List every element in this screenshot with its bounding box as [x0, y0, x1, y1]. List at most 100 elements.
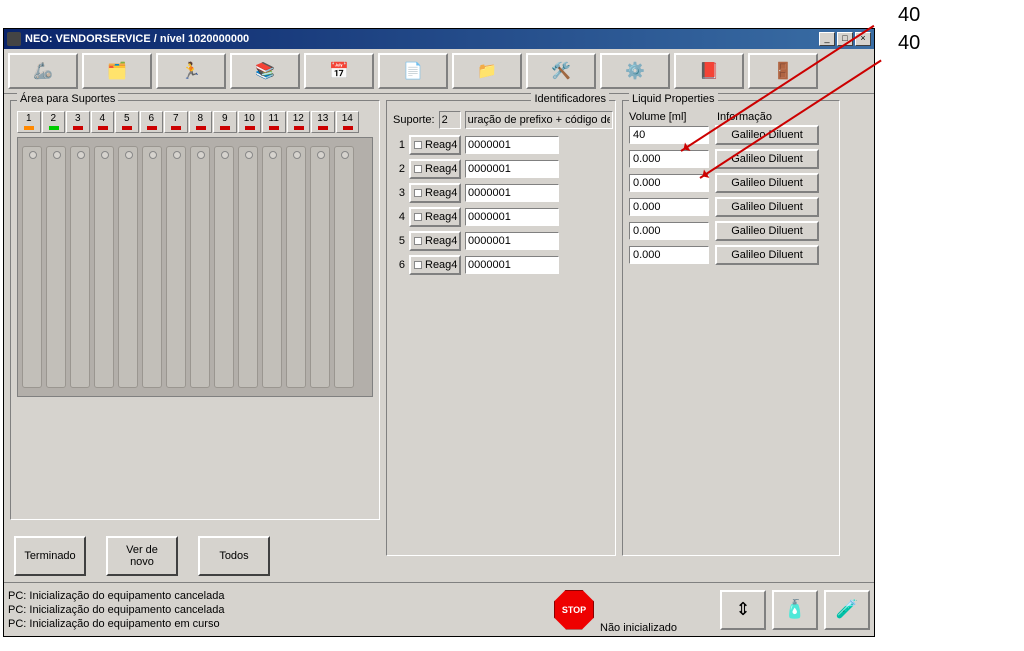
minimize-button[interactable]: _	[819, 32, 835, 46]
reagent-code-input[interactable]	[465, 160, 559, 178]
reagent-row: 2Reag4	[393, 159, 609, 179]
rack-column[interactable]	[22, 146, 42, 388]
arm-icon[interactable]: 🦾	[8, 53, 78, 89]
support-tab-14[interactable]: 14	[336, 111, 360, 133]
led-icon	[73, 126, 83, 130]
folder-icon[interactable]: 📁	[452, 53, 522, 89]
support-tab-2[interactable]: 2	[42, 111, 66, 133]
support-tab-13[interactable]: 13	[311, 111, 335, 133]
reagent-button[interactable]: Reag4	[409, 231, 461, 251]
led-icon	[220, 126, 230, 130]
supports-legend: Área para Suportes	[17, 93, 118, 105]
support-tab-10[interactable]: 10	[238, 111, 262, 133]
rack-column[interactable]	[94, 146, 114, 388]
rack-column[interactable]	[262, 146, 282, 388]
status-state: Não inicializado	[600, 622, 690, 634]
reagent-code-input[interactable]	[465, 232, 559, 250]
rack-column[interactable]	[238, 146, 258, 388]
reagent-code-input[interactable]	[465, 256, 559, 274]
rack-column[interactable]	[310, 146, 330, 388]
rack-column[interactable]	[46, 146, 66, 388]
rack-column[interactable]	[334, 146, 354, 388]
liquid-fieldset: Liquid Properties Volume [ml] Informação…	[622, 100, 840, 556]
results-icon[interactable]: 📄	[378, 53, 448, 89]
reagent-code-input[interactable]	[465, 208, 559, 226]
support-tab-6[interactable]: 6	[140, 111, 164, 133]
volume-input[interactable]	[629, 246, 709, 264]
reagent-label: Reag4	[425, 259, 457, 271]
info-button[interactable]: Galileo Diluent	[715, 221, 819, 241]
reagent-button[interactable]: Reag4	[409, 255, 461, 275]
ver-de-novo-button[interactable]: Ver de novo	[106, 536, 178, 576]
row-index: 1	[393, 139, 405, 151]
support-tab-1[interactable]: 1	[17, 111, 41, 133]
liquid-row: Galileo Diluent	[629, 125, 833, 145]
terminado-button[interactable]: Terminado	[14, 536, 86, 576]
reagent-code-input[interactable]	[465, 136, 559, 154]
bottle-icon[interactable]: 🧴	[772, 590, 818, 630]
checkbox-icon	[414, 189, 422, 197]
support-tab-4[interactable]: 4	[91, 111, 115, 133]
rack-column[interactable]	[166, 146, 186, 388]
card-icon[interactable]: 🗂️	[82, 53, 152, 89]
support-tab-12[interactable]: 12	[287, 111, 311, 133]
checkbox-icon	[414, 261, 422, 269]
info-button[interactable]: Galileo Diluent	[715, 197, 819, 217]
reagent-label: Reag4	[425, 235, 457, 247]
annotation-40-1: 40	[898, 4, 920, 27]
support-tab-8[interactable]: 8	[189, 111, 213, 133]
annotation-40-2: 40	[898, 32, 920, 55]
liquid-row: Galileo Diluent	[629, 221, 833, 241]
statusbar: PC: Inicialização do equipamento cancela…	[4, 582, 874, 636]
info-button[interactable]: Galileo Diluent	[715, 173, 819, 193]
app-window: NEO: VENDORSERVICE / nível 1020000000 _ …	[3, 28, 875, 637]
rack-column[interactable]	[214, 146, 234, 388]
reagent-button[interactable]: Reag4	[409, 183, 461, 203]
support-tab-11[interactable]: 11	[262, 111, 286, 133]
status-msg: PC: Inicialização do equipamento cancela…	[8, 603, 548, 617]
reagent-button[interactable]: Reag4	[409, 207, 461, 227]
rack-column[interactable]	[70, 146, 90, 388]
volume-input[interactable]	[629, 150, 709, 168]
support-tab-7[interactable]: 7	[164, 111, 188, 133]
reagents-icon[interactable]: 🧪	[824, 590, 870, 630]
supports-buttons: Terminado Ver de novo Todos	[10, 536, 380, 576]
support-tab-3[interactable]: 3	[66, 111, 90, 133]
row-index: 4	[393, 211, 405, 223]
help-icon[interactable]: 📕	[674, 53, 744, 89]
probe-icon[interactable]: ⇕	[720, 590, 766, 630]
rack-column[interactable]	[118, 146, 138, 388]
gear-icon[interactable]: ⚙️	[600, 53, 670, 89]
content-area: Área para Suportes 1234567891011121314 T…	[4, 94, 874, 582]
info-button[interactable]: Galileo Diluent	[715, 245, 819, 265]
app-icon	[7, 32, 21, 46]
liquid-row: Galileo Diluent	[629, 245, 833, 265]
reagent-row: 5Reag4	[393, 231, 609, 251]
status-messages: PC: Inicialização do equipamento cancela…	[8, 589, 548, 631]
support-tab-9[interactable]: 9	[213, 111, 237, 133]
row-index: 3	[393, 187, 405, 199]
todos-button[interactable]: Todos	[198, 536, 270, 576]
schedule-icon[interactable]: 📅	[304, 53, 374, 89]
library-icon[interactable]: 📚	[230, 53, 300, 89]
reagent-button[interactable]: Reag4	[409, 159, 461, 179]
run-icon[interactable]: 🏃	[156, 53, 226, 89]
support-tabs: 1234567891011121314	[17, 111, 373, 133]
status-msg: PC: Inicialização do equipamento em curs…	[8, 617, 548, 631]
suporte-desc	[465, 111, 613, 129]
rack-column[interactable]	[286, 146, 306, 388]
rack-column[interactable]	[142, 146, 162, 388]
volume-input[interactable]	[629, 198, 709, 216]
led-icon	[147, 126, 157, 130]
stop-button[interactable]: STOP	[554, 590, 594, 630]
reagent-code-input[interactable]	[465, 184, 559, 202]
reagent-button[interactable]: Reag4	[409, 135, 461, 155]
rack-column[interactable]	[190, 146, 210, 388]
liquid-row: Galileo Diluent	[629, 173, 833, 193]
support-tab-5[interactable]: 5	[115, 111, 139, 133]
col-volume: Volume [ml]	[629, 111, 717, 123]
led-icon	[269, 126, 279, 130]
volume-input[interactable]	[629, 222, 709, 240]
liquid-legend: Liquid Properties	[629, 93, 718, 105]
tools-icon[interactable]: 🛠️	[526, 53, 596, 89]
